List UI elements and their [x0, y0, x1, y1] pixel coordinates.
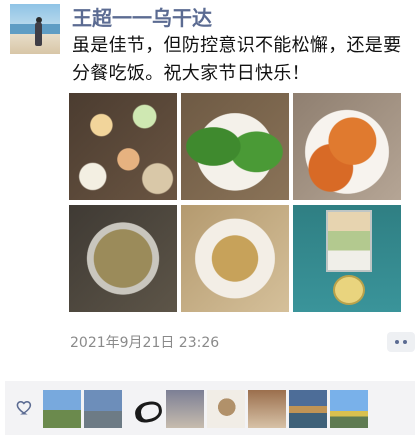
- avatar-person: [35, 22, 42, 46]
- post-image-1[interactable]: [69, 93, 177, 200]
- post-image-4[interactable]: [69, 205, 177, 312]
- post-image-2[interactable]: [181, 93, 289, 200]
- post-text: 虽是佳节，但防控意识不能松懈，还是要分餐吃饭。祝大家节日快乐！: [72, 35, 402, 84]
- author-avatar[interactable]: [10, 4, 60, 54]
- author-name[interactable]: 王超一一乌干达: [72, 4, 212, 32]
- post-image-6[interactable]: [293, 205, 401, 312]
- image-grid: [69, 93, 401, 313]
- liker-avatar-4[interactable]: [166, 390, 204, 428]
- food-container: [326, 210, 372, 272]
- post-image-5[interactable]: [181, 205, 289, 312]
- post-timestamp: 2021年9月21日 23:26: [70, 335, 220, 351]
- likes-bar: [5, 381, 415, 435]
- more-dot: [395, 340, 399, 344]
- liker-avatar-8[interactable]: [330, 390, 368, 428]
- liker-avatar-7[interactable]: [289, 390, 327, 428]
- liker-avatar-1[interactable]: [43, 390, 81, 428]
- more-actions-button[interactable]: [387, 332, 415, 352]
- cup: [333, 275, 365, 305]
- more-dot: [403, 340, 407, 344]
- liker-avatar-2[interactable]: [84, 390, 122, 428]
- liker-avatar-3[interactable]: [125, 390, 163, 428]
- liker-avatar-5[interactable]: [207, 390, 245, 428]
- post-image-3[interactable]: [293, 93, 401, 200]
- heart-icon: [16, 400, 32, 415]
- liker-avatar-6[interactable]: [248, 390, 286, 428]
